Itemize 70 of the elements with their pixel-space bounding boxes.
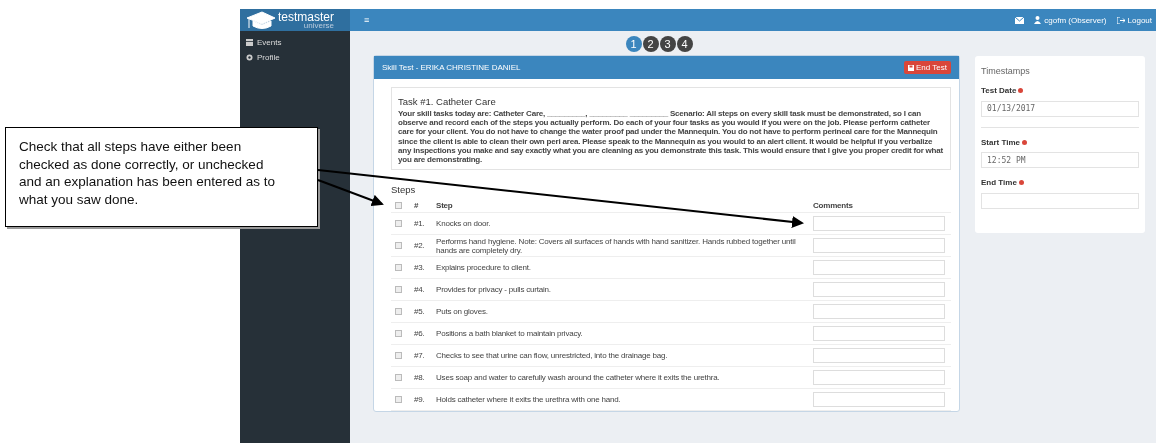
column-header: Comments xyxy=(813,201,854,211)
input-field[interactable]: 12:52 PM xyxy=(981,152,1139,168)
user-link[interactable]: cgofm (Observer) xyxy=(1034,15,1107,25)
step-indicator[interactable]: 1 xyxy=(625,36,642,52)
callout-note: Check that all steps have either been checked as done correctly, or unchecked and an explanation has been entered as to what you saw done. xyxy=(5,127,318,227)
step-number: #8. xyxy=(414,373,426,383)
step-indicator[interactable]: 2 xyxy=(642,36,659,52)
user-icon xyxy=(1034,16,1042,24)
sidebar-item[interactable]: Profile xyxy=(240,50,350,65)
step-text: Puts on gloves. xyxy=(436,307,489,317)
end-test-button[interactable]: End Test xyxy=(904,61,951,74)
panel-title: Skill Test - ERIKA CHRISTINE DANIEL xyxy=(382,63,521,72)
logo: testmaster universe xyxy=(240,9,350,31)
step-checkbox[interactable] xyxy=(395,242,402,250)
step-number: #7. xyxy=(414,351,426,361)
step-indicator[interactable]: 4 xyxy=(676,36,693,52)
mail-icon[interactable] xyxy=(1015,16,1025,24)
step-number: #4. xyxy=(414,285,426,295)
step-number: #3. xyxy=(414,263,426,273)
step-checkbox[interactable] xyxy=(395,396,402,404)
step-checkbox[interactable] xyxy=(395,264,402,272)
step-number: #9. xyxy=(414,395,426,405)
column-header: # xyxy=(414,201,420,211)
logout-icon xyxy=(1116,16,1125,24)
step-checkbox[interactable] xyxy=(395,220,402,228)
step-checkbox[interactable] xyxy=(395,330,402,338)
card-title: Timestamps xyxy=(981,66,1031,76)
step-text: Explains procedure to client. xyxy=(436,263,532,273)
comment-field[interactable] xyxy=(813,260,945,276)
gear-icon xyxy=(246,54,253,61)
task-description: Your skill tasks today are: Catheter Care, _________, _________ _________ Scenario: All steps on every skill task must be demonstrated, so I can observe and record each of the steps you actually perform. Do each of your four tasks as you would if you were on the job. Please perform catheter care for your client. You do not have to change the water proof pad under the Mannequin. You do not have to perform perineal care for the Mannequin since the client is able to clean their own peri area. Please speak to the Mannequin as you would to an alert client. It would be helpful if you verbalize any inspections you make and say exactly what you are cleaning as you demonstrate this task. This would ensure that I give you proper credit for what you are demonstrating. xyxy=(398,109,944,165)
step-checkbox[interactable] xyxy=(395,308,402,316)
comment-field[interactable] xyxy=(813,238,945,254)
comment-field[interactable] xyxy=(813,216,945,232)
save-icon xyxy=(908,64,914,71)
task-title: Task #1. Catheter Care xyxy=(398,96,497,107)
step-text: Holds catheter where it exits the urethra with one hand. xyxy=(436,395,622,405)
input-field[interactable]: 01/13/2017 xyxy=(981,100,1139,117)
step-checkbox[interactable] xyxy=(395,352,402,360)
step-text: Knocks on door. xyxy=(436,219,492,229)
steps-heading: Steps xyxy=(391,184,417,196)
step-checkbox[interactable] xyxy=(395,286,402,294)
step-text: Performs hand hygiene. Note: Covers all surfaces of hands with hand sanitizer. Hands rubbed together until hands are completely dry. xyxy=(436,236,797,255)
step-indicator[interactable]: 3 xyxy=(659,36,676,52)
comment-field[interactable] xyxy=(813,282,945,298)
step-number: #2. xyxy=(414,241,426,251)
step-number: #1. xyxy=(414,219,426,229)
graduation-cap-icon xyxy=(246,10,276,30)
step-text: Checks to see that urine can flow, unrestricted, into the drainage bag. xyxy=(436,351,669,361)
sidebar-item[interactable]: Events xyxy=(240,35,350,50)
field-label: End Time xyxy=(981,178,1017,187)
step-text: Uses soap and water to carefully wash around the catheter where it exits the urethra. xyxy=(436,373,721,383)
select-all-checkbox[interactable] xyxy=(395,202,402,210)
step-number: #5. xyxy=(414,307,426,317)
comment-field[interactable] xyxy=(813,326,945,342)
comment-field[interactable] xyxy=(813,304,945,320)
comment-field[interactable] xyxy=(813,370,945,386)
menu-button[interactable]: ≡ xyxy=(360,15,374,25)
step-text: Positions a bath blanket to maintain privacy. xyxy=(436,329,584,339)
comment-field[interactable] xyxy=(813,392,945,408)
calendar-icon xyxy=(246,39,253,46)
logout-link[interactable]: Logout xyxy=(1116,15,1152,25)
step-number: #6. xyxy=(414,329,426,339)
step-text: Provides for privacy - pulls curtain. xyxy=(436,285,552,295)
input-field[interactable] xyxy=(981,192,1139,209)
field-label: Start Time xyxy=(981,137,1020,147)
column-header: Step xyxy=(436,201,454,211)
comment-field[interactable] xyxy=(813,348,945,364)
step-checkbox[interactable] xyxy=(395,374,402,382)
field-label: Test Date xyxy=(981,86,1017,95)
